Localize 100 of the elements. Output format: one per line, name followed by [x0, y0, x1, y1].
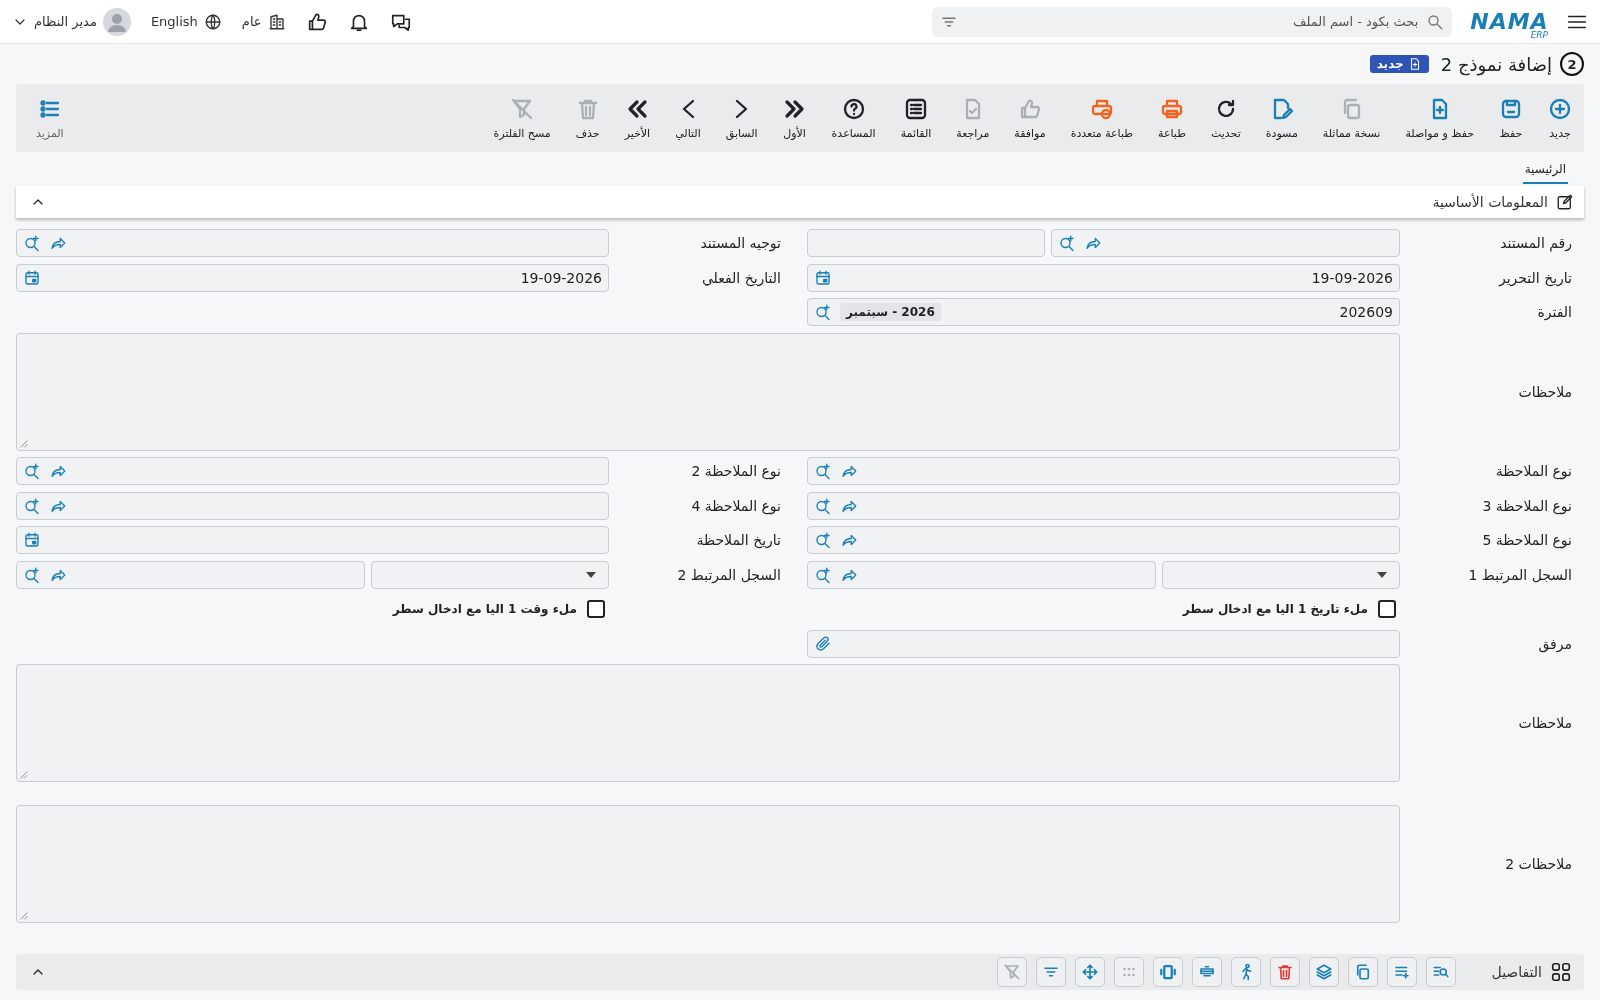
period-chip: 2026 - سبتمبر: [840, 303, 941, 321]
toolbar-button[interactable]: القائمة: [894, 92, 938, 144]
icon-button[interactable]: [1308, 957, 1339, 987]
field-label: رقم المستند: [1499, 235, 1573, 251]
edit-icon: [1556, 193, 1574, 211]
notes-field[interactable]: [16, 332, 1400, 451]
step-number: 2: [1560, 52, 1584, 76]
search-plus-icon[interactable]: [814, 531, 832, 549]
toolbar-button[interactable]: حفظ و مواصلة: [1399, 92, 1480, 144]
field-label: نوع الملاحظة: [1494, 463, 1573, 479]
icon-button[interactable]: [1230, 957, 1261, 987]
avatar-icon[interactable]: [102, 7, 131, 36]
toolbar-button[interactable]: تحديث: [1204, 92, 1247, 144]
toolbar-button[interactable]: السابق: [719, 92, 764, 144]
resize-handle-icon[interactable]: [19, 770, 28, 779]
section-title: المعلومات الأساسية: [1432, 194, 1548, 210]
user-name[interactable]: مدير النظام: [34, 14, 97, 29]
field-label: نوع الملاحظة 2: [690, 463, 782, 479]
toolbar-button[interactable]: طباعة متعددة: [1064, 92, 1140, 144]
calendar-icon[interactable]: [23, 268, 41, 287]
toolbar-button[interactable]: التالي: [669, 92, 707, 144]
grid-icon: [1550, 961, 1572, 983]
field-label: نوع الملاحظة 5: [1481, 532, 1573, 548]
search-icon: [1426, 12, 1445, 31]
building-icon[interactable]: [267, 12, 286, 31]
lookup-field[interactable]: [16, 229, 609, 257]
search-plus-icon[interactable]: [814, 496, 832, 515]
section-header[interactable]: المعلومات الأساسية: [16, 186, 1584, 218]
search-plus-icon[interactable]: [814, 303, 832, 321]
toolbar-button[interactable]: الأخير: [618, 92, 657, 144]
search-plus-icon[interactable]: [814, 462, 832, 480]
text-field[interactable]: [807, 229, 1045, 257]
icon-button[interactable]: [1269, 957, 1300, 987]
toolbar-button[interactable]: طباعة: [1152, 92, 1192, 144]
field-label: تاريخ الملاحظة: [695, 532, 782, 548]
paperclip-icon[interactable]: [814, 634, 832, 653]
lookup-field[interactable]: [807, 526, 1400, 554]
field-label: الفترة: [1536, 304, 1573, 320]
search-field[interactable]: بحث بكود - اسم الملف: [932, 6, 1453, 37]
toolbar-button[interactable]: حفظ: [1493, 92, 1529, 144]
toolbar-button[interactable]: مراجعة: [950, 92, 996, 144]
notes-field[interactable]: [16, 664, 1400, 782]
globe-icon[interactable]: [203, 12, 222, 31]
icon-button[interactable]: [1386, 957, 1417, 987]
lookup-field[interactable]: [16, 457, 609, 485]
lookup-field[interactable]: [807, 560, 1156, 589]
icon-button[interactable]: [1035, 957, 1066, 987]
icon-button[interactable]: [1425, 957, 1456, 987]
field-label: ملاحظات: [1517, 715, 1573, 731]
toolbar-button[interactable]: الأول: [776, 92, 813, 144]
toolbar-button[interactable]: نسخة مماثلة: [1316, 92, 1387, 144]
search-plus-icon[interactable]: [23, 462, 41, 480]
toolbar-button[interactable]: حذف: [569, 92, 606, 144]
page-title: إضافة نموذج 2: [1440, 53, 1552, 75]
field-label: ملاحظات: [1517, 383, 1573, 400]
toolbar-button[interactable]: مسح الفلترة: [487, 92, 557, 144]
more-button[interactable]: المزيد: [30, 92, 70, 144]
search-plus-icon[interactable]: [23, 496, 41, 515]
language-link[interactable]: English: [150, 14, 198, 29]
calendar-icon[interactable]: [814, 268, 832, 287]
field-label: السجل المرتبط 1: [1467, 566, 1573, 583]
caret-icon: [1377, 571, 1387, 578]
search-plus-icon[interactable]: [1058, 234, 1076, 252]
field-label: نوع الملاحظة 4: [690, 497, 782, 514]
date-field[interactable]: 19-09-2026: [807, 263, 1400, 292]
lookup-field[interactable]: [16, 491, 609, 520]
lookup-field[interactable]: [807, 491, 1400, 520]
field-label: السجل المرتبط 2: [676, 566, 782, 583]
search-plus-icon[interactable]: [23, 234, 41, 252]
resize-handle-icon[interactable]: [19, 438, 28, 448]
notes-field[interactable]: [16, 804, 1400, 923]
tab[interactable]: الرئيسية: [1522, 158, 1568, 184]
field-label: ملاحظات 2: [1504, 855, 1573, 872]
icon-button[interactable]: [1074, 957, 1105, 987]
branch-name[interactable]: عام: [241, 14, 262, 29]
date-field[interactable]: [16, 526, 609, 554]
field-label: مرفق: [1537, 635, 1573, 652]
checkbox[interactable]: [1378, 600, 1396, 618]
lookup-field[interactable]: [1051, 229, 1400, 257]
search-plus-icon[interactable]: [23, 565, 41, 584]
checkbox-label: ملء تاريخ 1 اليا مع ادخال سطر: [1182, 602, 1368, 616]
resize-handle-icon[interactable]: [19, 910, 28, 920]
field-label: التاريخ الفعلي: [700, 269, 782, 286]
field-label: نوع الملاحظة 3: [1481, 497, 1573, 514]
lookup-field[interactable]: [16, 560, 365, 589]
checkbox[interactable]: [587, 600, 605, 618]
icon-button[interactable]: [1347, 957, 1378, 987]
status-text: جديد: [1376, 57, 1404, 71]
calendar-icon[interactable]: [23, 531, 41, 549]
icon-button[interactable]: [1152, 957, 1183, 987]
attachment-field[interactable]: [807, 629, 1400, 658]
date-field[interactable]: 19-09-2026: [16, 263, 609, 292]
search-plus-icon[interactable]: [814, 565, 832, 584]
toolbar-button[interactable]: المساعدة: [825, 92, 882, 144]
toolbar-button[interactable]: جديد: [1542, 92, 1578, 144]
toolbar-button[interactable]: مسودة: [1259, 92, 1304, 144]
checkbox-label: ملء وقت 1 اليا مع ادخال سطر: [392, 602, 577, 616]
toolbar-button[interactable]: موافقة: [1008, 92, 1052, 144]
lookup-field[interactable]: [807, 457, 1400, 485]
icon-button[interactable]: [1191, 957, 1222, 987]
